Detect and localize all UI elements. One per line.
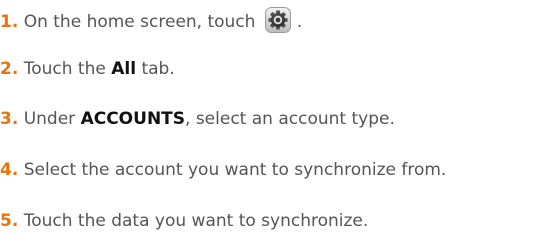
- step-4: 4. Select the account you want to synchr…: [0, 159, 446, 181]
- step-number: 2.: [0, 59, 19, 79]
- step-number: 4.: [0, 160, 19, 180]
- settings-icon: [265, 7, 292, 33]
- step-text-end: tab.: [141, 59, 175, 79]
- step-number: 3.: [0, 109, 19, 129]
- section-name: ACCOUNTS: [80, 109, 186, 129]
- step-text-end: , select an account type.: [185, 109, 395, 129]
- step-5: 5. Touch the data you want to synchroniz…: [0, 210, 368, 232]
- step-1: 1. On the home screen, touch .: [0, 7, 302, 33]
- step-number: 5.: [0, 211, 19, 231]
- step-text: Select the account you want to synchroni…: [23, 160, 447, 180]
- step-2: 2. Touch the All tab.: [0, 58, 175, 80]
- step-text: Under: [23, 109, 76, 129]
- step-text-end: .: [296, 12, 303, 32]
- step-text: Touch the data you want to synchronize.: [23, 211, 369, 231]
- step-text: Touch the: [23, 59, 106, 79]
- step-number: 1.: [0, 12, 19, 32]
- step-3: 3. Under ACCOUNTS, select an account typ…: [0, 108, 395, 130]
- step-text: On the home screen, touch: [23, 12, 256, 32]
- instruction-steps: 1. On the home screen, touch . 2. Touch …: [0, 0, 557, 251]
- tab-name: All: [111, 59, 137, 79]
